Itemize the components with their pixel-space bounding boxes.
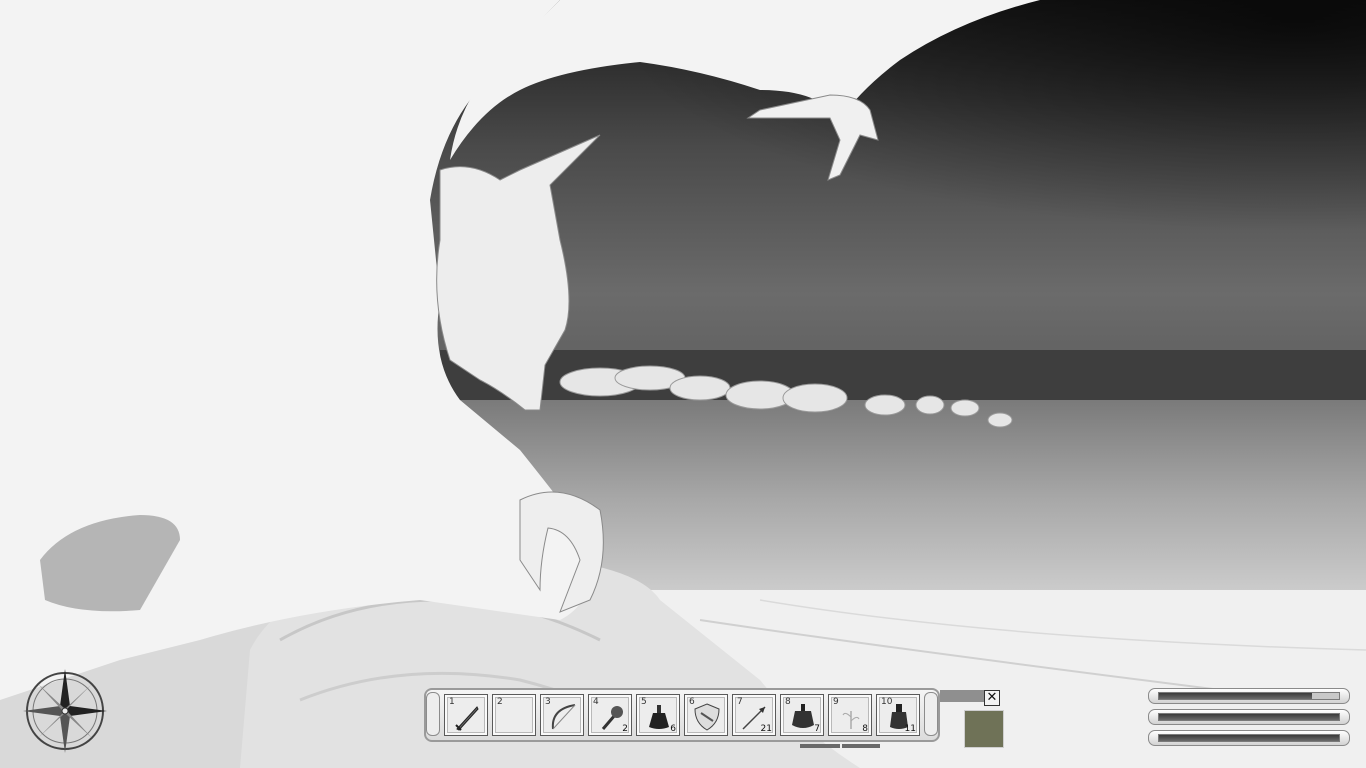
close-icon: ✕ <box>986 690 998 705</box>
quick-slot-4[interactable]: 4 2 <box>588 694 632 736</box>
close-button[interactable]: ✕ <box>984 690 1000 706</box>
fatigue-bar-track <box>1158 734 1340 742</box>
quick-slot-8[interactable]: 8 7 <box>780 694 824 736</box>
quick-slot-5[interactable]: 5 6 <box>636 694 680 736</box>
slot-quantity: 21 <box>760 724 772 734</box>
slot-quantity: 7 <box>814 724 820 734</box>
game-scene <box>0 0 1366 768</box>
fatigue-bar-fill <box>1159 735 1339 741</box>
compass-rose-icon <box>23 669 107 753</box>
vitals-panel <box>1148 688 1350 748</box>
bow-icon <box>551 704 576 730</box>
quick-slot-1[interactable]: 1 <box>444 694 488 736</box>
quick-slot-cap-right <box>924 692 938 736</box>
quick-slot-10[interactable]: 10 11 <box>876 694 920 736</box>
quick-slot-cap-left <box>426 692 440 736</box>
quick-slot-bar: 1 2 3 4 2 5 6 6 7 21 8 7 9 8 10 11 <box>424 688 940 742</box>
magicka-bar-fill <box>1159 714 1339 720</box>
quick-slot-3[interactable]: 3 <box>540 694 584 736</box>
compass <box>20 666 110 756</box>
mini-bar-2 <box>842 744 880 748</box>
active-item-portrait <box>964 710 1004 748</box>
slot-number: 2 <box>497 697 503 707</box>
sword-icon <box>455 706 479 731</box>
quick-slot-6[interactable]: 6 <box>684 694 728 736</box>
quick-slot-9[interactable]: 9 8 <box>828 694 872 736</box>
health-bar-fill <box>1159 693 1312 699</box>
mini-bar-1 <box>800 744 840 748</box>
health-bar <box>1148 688 1350 704</box>
active-effect-tab <box>940 690 984 702</box>
health-bar-track <box>1158 692 1340 700</box>
fatigue-bar <box>1148 730 1350 746</box>
quick-slot-2[interactable]: 2 <box>492 694 536 736</box>
quick-slot-7[interactable]: 7 21 <box>732 694 776 736</box>
magicka-bar-track <box>1158 713 1340 721</box>
slot-quantity: 11 <box>904 724 916 734</box>
slot-quantity: 6 <box>670 724 676 734</box>
shield-icon <box>694 703 720 731</box>
slot-quantity: 8 <box>862 724 868 734</box>
slot-quantity: 2 <box>622 724 628 734</box>
magicka-bar <box>1148 709 1350 725</box>
